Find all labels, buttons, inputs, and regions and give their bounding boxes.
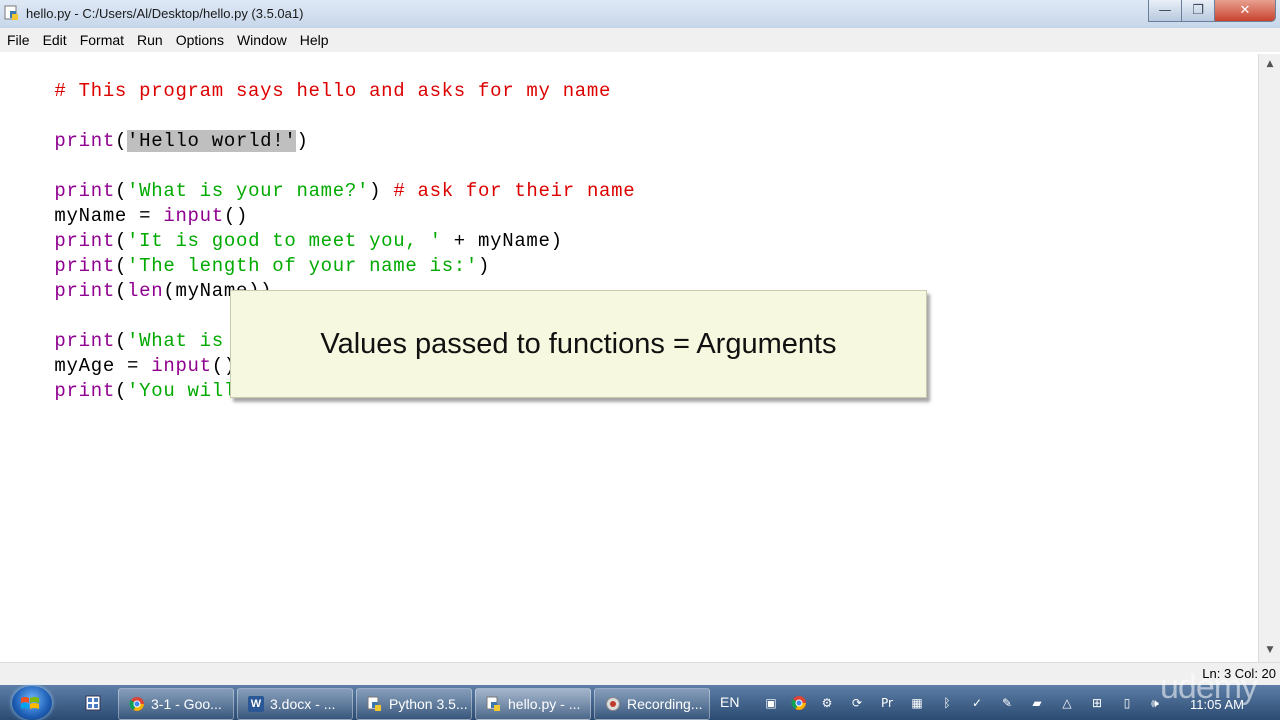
show-desktop-icon[interactable] [78,689,108,717]
string-literal: 'You will [127,380,236,402]
code-line-8: print('The length of your name is:') [6,229,490,277]
code-line-6: myName = input() [6,179,248,227]
word-icon: W [248,696,264,712]
network-icon[interactable]: ⊞ [1088,694,1106,712]
builtin: print [54,280,115,302]
close-button[interactable]: ✕ [1214,0,1276,22]
menu-run[interactable]: Run [131,32,169,48]
task-label: hello.py - ... [508,696,581,712]
task-label: Python 3.5... [389,696,468,712]
task-python-shell[interactable]: Python 3.5... [356,688,472,720]
task-word[interactable]: W 3.docx - ... [237,688,353,720]
green-check-icon[interactable]: ✓ [968,694,986,712]
builtin: print [54,380,115,402]
task-label: Recording... [627,696,703,712]
code-line-12: myAge = input() [6,329,236,377]
scroll-up-arrow-icon[interactable]: ▲ [1262,56,1278,72]
task-chrome[interactable]: 3-1 - Goo... [118,688,234,720]
builtin: print [54,130,115,152]
language-indicator[interactable]: EN [720,694,739,710]
green-tool-icon[interactable]: ✎ [998,694,1016,712]
comment: # This program says hello and asks for m… [54,80,612,102]
paren: ( [114,130,128,152]
callout-text: Values passed to functions = Arguments [320,327,837,360]
menu-edit[interactable]: Edit [37,32,73,48]
title-bar: hello.py - C:/Users/Al/Desktop/hello.py … [0,0,1280,28]
pointer-tool-icon[interactable]: Pr [878,694,896,712]
menu-bar: File Edit Format Run Options Window Help [0,28,1280,52]
maximize-button[interactable]: ❐ [1181,0,1215,22]
paren: ) [369,180,394,202]
code-line-3: print('Hello world!') [6,104,309,152]
menu-format[interactable]: Format [74,32,130,48]
gear-icon[interactable]: ⚙ [818,694,836,712]
paren: ( [114,280,128,302]
clock[interactable]: 11:05 AM [1190,697,1244,712]
python-icon [486,696,502,712]
menu-help[interactable]: Help [294,32,335,48]
code-line-5: print('What is your name?') # ask for th… [6,154,635,202]
code-line-9: print(len(myName)) [6,254,272,302]
sync-icon[interactable]: ⟳ [848,694,866,712]
selected-text: 'Hello world!' [127,130,297,152]
battery-icon[interactable]: ▯ [1118,694,1136,712]
code-line-13: print('You will [6,354,236,402]
task-hello-py[interactable]: hello.py - ... [475,688,591,720]
window-title: hello.py - C:/Users/Al/Desktop/hello.py … [26,6,304,21]
chrome-icon [129,696,145,712]
code-line-11: print('What is y [6,304,248,352]
status-bar: Ln: 3 Col: 20 [0,662,1280,685]
monitor-icon[interactable]: ▣ [762,694,780,712]
paren: ) [478,255,491,277]
task-recording[interactable]: Recording... [594,688,710,720]
annotation-callout: Values passed to functions = Arguments [230,290,927,398]
scroll-down-arrow-icon[interactable]: ▼ [1262,642,1278,658]
task-label: 3-1 - Goo... [151,696,222,712]
keyboard-icon[interactable]: ▦ [908,694,926,712]
bluetooth-icon[interactable]: ᛒ [938,694,956,712]
menu-window[interactable]: Window [231,32,293,48]
python-idle-icon [4,5,18,20]
python-icon [367,696,383,712]
drive-icon[interactable]: △ [1058,694,1076,712]
windows-logo-icon [21,697,39,709]
vertical-scrollbar[interactable]: ▲ ▼ [1258,54,1280,662]
sticky-note-icon[interactable]: ▰ [1028,694,1046,712]
code-line-7: print('It is good to meet you, ' + myNam… [6,204,563,252]
paren: ( [114,380,128,402]
comment: # ask for their name [393,180,636,202]
task-label: 3.docx - ... [270,696,336,712]
paren: ) [296,130,309,152]
builtin: len [127,280,164,302]
recorder-icon [605,696,621,712]
menu-options[interactable]: Options [170,32,230,48]
minimize-button[interactable]: — [1148,0,1182,22]
menu-file[interactable]: File [1,32,36,48]
code-line-1: # This program says hello and asks for m… [6,54,611,102]
chrome-tray-icon[interactable] [790,694,808,712]
